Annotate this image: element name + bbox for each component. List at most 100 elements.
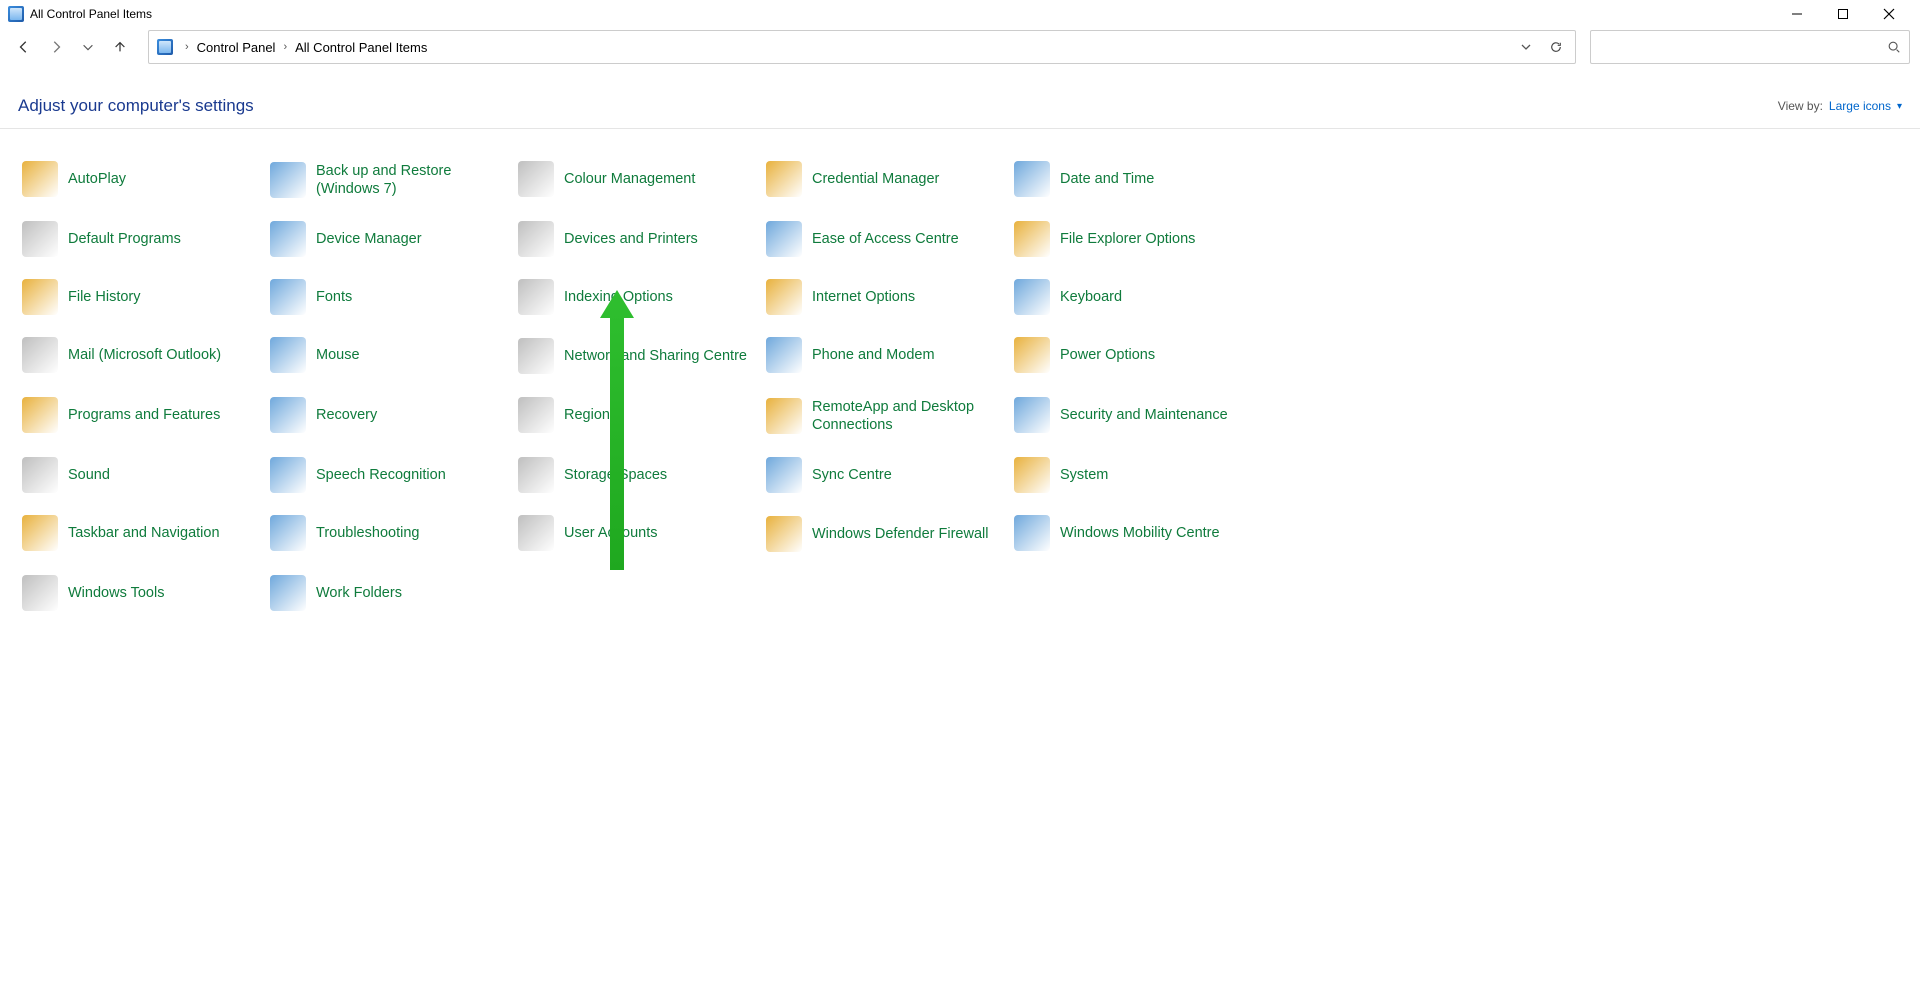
chevron-right-icon: › <box>277 41 293 53</box>
item-label: Colour Management <box>564 170 695 188</box>
address-history-button[interactable] <box>1511 32 1541 62</box>
control-panel-item[interactable]: Taskbar and Navigation <box>18 507 266 559</box>
search-input[interactable] <box>1599 40 1887 55</box>
control-panel-item[interactable]: Mail (Microsoft Outlook) <box>18 329 266 381</box>
item-label: Internet Options <box>812 288 915 306</box>
arrow-left-icon <box>17 40 31 54</box>
breadcrumb-segment[interactable]: Control Panel <box>195 40 278 55</box>
close-button[interactable] <box>1866 0 1912 28</box>
item-label: System <box>1060 466 1108 484</box>
item-label: Mouse <box>316 346 360 364</box>
item-icon <box>518 397 554 433</box>
page-heading: Adjust your computer's settings <box>18 96 254 116</box>
control-panel-item[interactable]: Programs and Features <box>18 389 266 441</box>
item-label: Back up and Restore (Windows 7) <box>316 162 510 198</box>
recent-dropdown-button[interactable] <box>74 33 102 61</box>
item-label: Phone and Modem <box>812 346 935 364</box>
item-icon <box>270 515 306 551</box>
view-by-control[interactable]: View by: Large icons ▾ <box>1778 99 1902 113</box>
item-icon <box>22 337 58 373</box>
item-label: Speech Recognition <box>316 466 446 484</box>
control-panel-item[interactable]: Mouse <box>266 329 514 381</box>
control-panel-item[interactable]: User Accounts <box>514 507 762 559</box>
item-icon <box>766 516 802 552</box>
item-label: Windows Defender Firewall <box>812 525 988 543</box>
item-label: File Explorer Options <box>1060 230 1195 248</box>
control-panel-item[interactable]: Colour Management <box>514 153 762 205</box>
control-panel-item[interactable]: Recovery <box>266 389 514 441</box>
item-label: Keyboard <box>1060 288 1122 306</box>
item-label: Device Manager <box>316 230 422 248</box>
refresh-button[interactable] <box>1541 32 1571 62</box>
spacer <box>1258 271 1506 323</box>
forward-button[interactable] <box>42 33 70 61</box>
window-title: All Control Panel Items <box>30 7 1774 21</box>
control-panel-item[interactable]: AutoPlay <box>18 153 266 205</box>
item-icon <box>518 338 554 374</box>
control-panel-item[interactable]: Work Folders <box>266 567 514 619</box>
control-panel-item[interactable]: Phone and Modem <box>762 329 1010 381</box>
item-icon <box>270 397 306 433</box>
control-panel-item[interactable]: Ease of Access Centre <box>762 213 1010 265</box>
control-panel-item[interactable]: Keyboard <box>1010 271 1258 323</box>
item-icon <box>766 161 802 197</box>
control-panel-item[interactable]: Default Programs <box>18 213 266 265</box>
control-panel-item[interactable]: Windows Tools <box>18 567 266 619</box>
item-label: Credential Manager <box>812 170 939 188</box>
close-icon <box>1883 8 1895 20</box>
control-panel-item[interactable]: Windows Mobility Centre <box>1010 507 1258 559</box>
control-panel-item[interactable]: Internet Options <box>762 271 1010 323</box>
item-icon <box>518 515 554 551</box>
control-panel-item[interactable]: Back up and Restore (Windows 7) <box>266 153 514 207</box>
control-panel-item[interactable]: Power Options <box>1010 329 1258 381</box>
address-bar[interactable]: › Control Panel › All Control Panel Item… <box>148 30 1576 64</box>
control-panel-item[interactable]: RemoteApp and Desktop Connections <box>762 389 1010 443</box>
item-icon <box>270 162 306 198</box>
item-label: Ease of Access Centre <box>812 230 959 248</box>
control-panel-item[interactable]: Security and Maintenance <box>1010 389 1258 441</box>
item-label: Security and Maintenance <box>1060 406 1228 424</box>
item-label: Mail (Microsoft Outlook) <box>68 346 221 364</box>
control-panel-item[interactable]: Sync Centre <box>762 449 1010 501</box>
item-icon <box>270 279 306 315</box>
spacer <box>1258 389 1506 443</box>
item-icon <box>766 337 802 373</box>
arrow-right-icon <box>49 40 63 54</box>
control-panel-item[interactable]: Devices and Printers <box>514 213 762 265</box>
control-panel-item[interactable]: Indexing Options <box>514 271 762 323</box>
spacer <box>1258 213 1506 265</box>
item-label: Troubleshooting <box>316 524 419 542</box>
item-icon <box>22 397 58 433</box>
up-button[interactable] <box>106 33 134 61</box>
control-panel-item[interactable]: Storage Spaces <box>514 449 762 501</box>
control-panel-item[interactable]: File Explorer Options <box>1010 213 1258 265</box>
toolbar: › Control Panel › All Control Panel Item… <box>0 28 1920 66</box>
control-panel-item[interactable]: Network and Sharing Centre <box>514 329 762 383</box>
item-label: Network and Sharing Centre <box>564 347 747 365</box>
minimize-button[interactable] <box>1774 0 1820 28</box>
view-by-value[interactable]: Large icons <box>1829 99 1891 113</box>
control-panel-item[interactable]: Date and Time <box>1010 153 1258 205</box>
search-bar[interactable] <box>1590 30 1910 64</box>
control-panel-item[interactable]: Region <box>514 389 762 441</box>
item-label: Date and Time <box>1060 170 1154 188</box>
control-panel-item[interactable]: Speech Recognition <box>266 449 514 501</box>
item-icon <box>1014 457 1050 493</box>
control-panel-item[interactable]: Troubleshooting <box>266 507 514 559</box>
breadcrumb-segment[interactable]: All Control Panel Items <box>293 40 429 55</box>
item-label: Storage Spaces <box>564 466 667 484</box>
item-icon <box>766 221 802 257</box>
item-label: Sync Centre <box>812 466 892 484</box>
spacer <box>1258 507 1506 561</box>
control-panel-item[interactable]: Credential Manager <box>762 153 1010 205</box>
control-panel-item[interactable]: Windows Defender Firewall <box>762 507 1010 561</box>
maximize-button[interactable] <box>1820 0 1866 28</box>
control-panel-item[interactable]: Fonts <box>266 271 514 323</box>
back-button[interactable] <box>10 33 38 61</box>
control-panel-item[interactable]: File History <box>18 271 266 323</box>
item-label: Work Folders <box>316 584 402 602</box>
control-panel-item[interactable]: Sound <box>18 449 266 501</box>
control-panel-item[interactable]: System <box>1010 449 1258 501</box>
control-panel-item[interactable]: Device Manager <box>266 213 514 265</box>
item-label: Power Options <box>1060 346 1155 364</box>
